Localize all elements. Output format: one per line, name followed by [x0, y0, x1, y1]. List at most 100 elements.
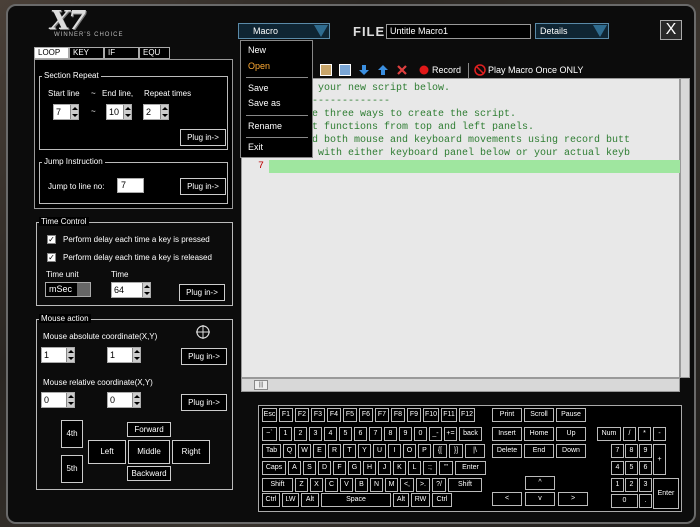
key-y[interactable]: Y — [358, 444, 371, 458]
record-button[interactable]: Record — [432, 63, 461, 78]
key-a[interactable]: A — [288, 461, 301, 475]
key-4[interactable]: 4 — [324, 427, 337, 441]
tab-key[interactable]: KEY — [69, 47, 104, 59]
key-f9[interactable]: F9 — [407, 408, 421, 422]
key-3[interactable]: 3 — [639, 478, 652, 492]
spinner-arrows-icon[interactable] — [142, 283, 150, 297]
key-insert[interactable]: Insert — [492, 427, 522, 441]
key-5[interactable]: 5 — [625, 461, 638, 475]
menu-item-open[interactable]: Open — [248, 61, 270, 71]
mouse-rel-plugin-button[interactable]: Plug in-> — [181, 394, 227, 411]
key-f7[interactable]: F7 — [375, 408, 389, 422]
save-icon[interactable] — [320, 64, 332, 76]
key-c[interactable]: C — [325, 478, 338, 492]
key-[interactable]: }] — [449, 444, 463, 458]
arrow-down-icon[interactable] — [358, 64, 370, 76]
key-f2[interactable]: F2 — [295, 408, 309, 422]
key-e[interactable]: E — [313, 444, 326, 458]
spinner-arrows-icon[interactable] — [66, 393, 74, 407]
key-v[interactable]: v — [525, 492, 555, 506]
key-f5[interactable]: F5 — [343, 408, 357, 422]
menu-item-rename[interactable]: Rename — [248, 121, 282, 131]
delay-released-checkbox[interactable]: ✓ — [47, 253, 56, 262]
repeat-times-spinner[interactable]: 2 — [143, 104, 169, 120]
editor-horizontal-scrollbar[interactable]: ||| — [241, 378, 680, 392]
start-line-spinner[interactable]: 7 — [53, 104, 79, 120]
abs-x-spinner[interactable]: 1 — [41, 347, 75, 363]
end-line-spinner[interactable]: 10 — [106, 104, 132, 120]
play-once-button[interactable]: Play Macro Once ONLY — [488, 63, 583, 78]
scroll-thumb[interactable]: ||| — [254, 380, 268, 390]
key-[interactable]: ~` — [262, 427, 277, 441]
key-f3[interactable]: F3 — [311, 408, 325, 422]
key-[interactable]: >. — [416, 478, 430, 492]
spinner-arrows-icon[interactable] — [132, 348, 140, 362]
key-[interactable]: ^ — [525, 476, 555, 490]
key-[interactable]: _- — [429, 427, 442, 441]
key-ctrl[interactable]: Ctrl — [262, 493, 280, 507]
save-as-icon[interactable] — [339, 64, 351, 76]
key-enter[interactable]: Enter — [455, 461, 486, 475]
key-3[interactable]: 3 — [309, 427, 322, 441]
key-7[interactable]: 7 — [611, 444, 624, 458]
key-0[interactable]: 0 — [414, 427, 427, 441]
key-f6[interactable]: F6 — [359, 408, 373, 422]
key-x[interactable]: X — [310, 478, 323, 492]
key-n[interactable]: N — [370, 478, 383, 492]
key-[interactable]: + — [653, 444, 666, 475]
arrow-up-icon[interactable] — [377, 64, 389, 76]
key-f1[interactable]: F1 — [279, 408, 293, 422]
key-down[interactable]: Down — [556, 444, 586, 458]
delete-icon[interactable] — [396, 64, 408, 76]
tab-if[interactable]: IF — [104, 47, 139, 59]
key-[interactable]: - — [653, 427, 666, 441]
close-button[interactable]: X — [660, 20, 682, 40]
key-enter[interactable]: Enter — [653, 478, 679, 509]
key-shift[interactable]: Shift — [448, 478, 482, 492]
mouse-5th-button[interactable]: 5th — [61, 455, 83, 483]
macro-dropdown[interactable]: Macro — [238, 23, 330, 39]
spinner-arrows-icon[interactable] — [66, 348, 74, 362]
key-num[interactable]: Num — [597, 427, 621, 441]
key-caps[interactable]: Caps — [262, 461, 286, 475]
key-2[interactable]: 2 — [625, 478, 638, 492]
key-[interactable]: < — [492, 492, 522, 506]
key-5[interactable]: 5 — [339, 427, 352, 441]
mouse-left-button[interactable]: Left — [88, 440, 126, 464]
editor-vertical-scrollbar[interactable] — [680, 78, 690, 378]
key-print[interactable]: Print — [492, 408, 522, 422]
key-8[interactable]: 8 — [384, 427, 397, 441]
key-g[interactable]: G — [348, 461, 361, 475]
no-repeat-icon[interactable] — [474, 64, 486, 76]
abs-y-spinner[interactable]: 1 — [107, 347, 141, 363]
key-f11[interactable]: F11 — [441, 408, 457, 422]
key-[interactable]: * — [638, 427, 651, 441]
key-s[interactable]: S — [303, 461, 316, 475]
jump-plugin-button[interactable]: Plug in-> — [180, 178, 226, 195]
details-dropdown[interactable]: Details — [535, 23, 609, 39]
key-j[interactable]: J — [378, 461, 391, 475]
file-name-input[interactable]: Untitle Macro1 — [386, 24, 531, 39]
menu-item-save[interactable]: Save — [248, 83, 269, 93]
key-[interactable]: ?/ — [432, 478, 446, 492]
menu-item-new[interactable]: New — [248, 45, 266, 55]
section-repeat-plugin-button[interactable]: Plug in-> — [180, 129, 226, 146]
key-w[interactable]: W — [298, 444, 311, 458]
key-scroll[interactable]: Scroll — [524, 408, 554, 422]
key-m[interactable]: M — [385, 478, 398, 492]
crosshair-icon[interactable] — [195, 324, 211, 340]
key-[interactable]: |\ — [465, 444, 485, 458]
spinner-arrows-icon[interactable] — [160, 105, 168, 119]
time-spinner[interactable]: 64 — [111, 282, 151, 298]
key-l[interactable]: L — [408, 461, 421, 475]
key-[interactable]: <, — [400, 478, 414, 492]
key-0[interactable]: 0 — [611, 494, 638, 508]
key-f12[interactable]: F12 — [459, 408, 475, 422]
chevron-down-icon[interactable] — [314, 25, 328, 37]
key-rw[interactable]: RW — [411, 493, 430, 507]
key-1[interactable]: 1 — [611, 478, 624, 492]
mouse-middle-button[interactable]: Middle — [128, 440, 170, 464]
key-lw[interactable]: LW — [282, 493, 299, 507]
key-pause[interactable]: Pause — [556, 408, 586, 422]
menu-item-exit[interactable]: Exit — [248, 142, 263, 152]
